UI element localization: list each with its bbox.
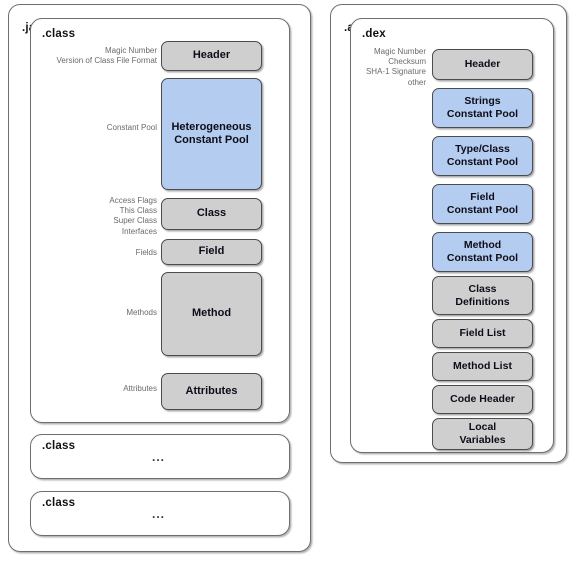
box-dex-header[interactable]: Header: [432, 49, 533, 80]
box-class-definitions[interactable]: Class Definitions: [432, 276, 533, 315]
diagram-canvas: .jar .class Magic Number Version of Clas…: [0, 0, 575, 563]
box-method-constant-pool[interactable]: Method Constant Pool: [432, 232, 533, 272]
box-method-list[interactable]: Method List: [432, 352, 533, 381]
box-field[interactable]: Field: [161, 239, 262, 265]
class-panel-3-title: .class: [42, 497, 76, 509]
label-magic-number-version: Magic Number Version of Class File Forma…: [56, 46, 157, 66]
box-heterogeneous-constant-pool[interactable]: Heterogeneous Constant Pool: [161, 78, 262, 190]
class-panel-3-ellipsis: ...: [152, 507, 166, 521]
box-field-constant-pool[interactable]: Field Constant Pool: [432, 184, 533, 224]
dex-panel-title: .dex: [362, 28, 386, 40]
label-access-flags-group: Access Flags This Class Super Class Inte…: [109, 196, 157, 236]
label-dex-header-fields: Magic Number Checksum SHA-1 Signature ot…: [365, 47, 426, 87]
box-field-list[interactable]: Field List: [432, 319, 533, 348]
label-attributes: Attributes: [123, 384, 157, 393]
box-type-class-constant-pool[interactable]: Type/Class Constant Pool: [432, 136, 533, 176]
class-panel-2-title: .class: [42, 440, 76, 452]
box-local-variables[interactable]: Local Variables: [432, 418, 533, 450]
class-panel-title: .class: [42, 28, 76, 40]
label-methods: Methods: [126, 308, 157, 317]
box-code-header[interactable]: Code Header: [432, 385, 533, 414]
box-attributes[interactable]: Attributes: [161, 373, 262, 410]
box-class-header[interactable]: Header: [161, 41, 262, 71]
class-panel-2-ellipsis: ...: [152, 450, 166, 464]
box-class[interactable]: Class: [161, 198, 262, 230]
box-strings-constant-pool[interactable]: Strings Constant Pool: [432, 88, 533, 128]
label-fields: Fields: [135, 248, 157, 257]
box-method[interactable]: Method: [161, 272, 262, 356]
label-constant-pool: Constant Pool: [106, 123, 157, 132]
